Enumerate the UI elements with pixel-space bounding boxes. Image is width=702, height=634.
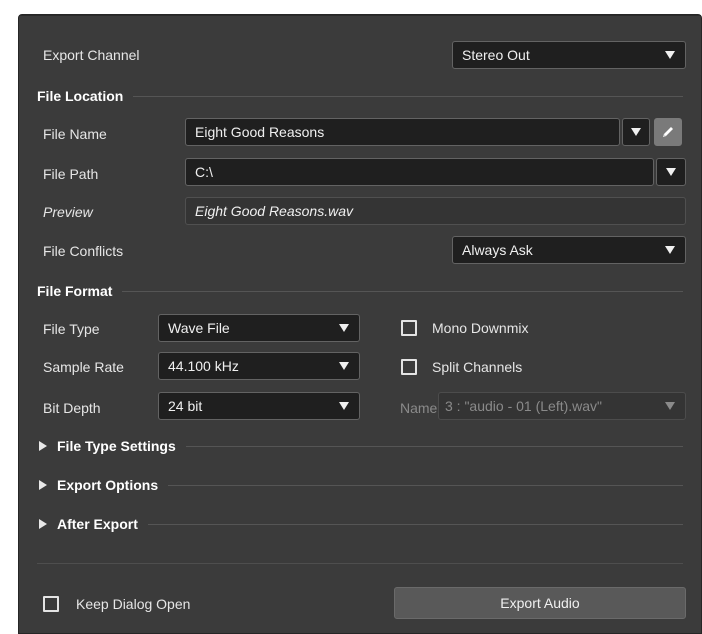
after-export-section[interactable]: After Export bbox=[39, 515, 683, 533]
file-conflicts-dropdown[interactable]: Always Ask bbox=[452, 236, 686, 264]
export-audio-dialog: Export Channel Stereo Out File Location … bbox=[18, 14, 702, 634]
panel-top-border bbox=[19, 15, 701, 16]
sample-rate-dropdown[interactable]: 44.100 kHz bbox=[158, 352, 360, 380]
file-name-value: Eight Good Reasons bbox=[195, 124, 325, 140]
bit-depth-label: Bit Depth bbox=[43, 400, 101, 416]
preview-label: Preview bbox=[43, 204, 93, 220]
chevron-down-icon bbox=[665, 51, 675, 59]
pencil-icon bbox=[663, 127, 673, 137]
section-divider bbox=[133, 95, 683, 97]
export-options-section[interactable]: Export Options bbox=[39, 476, 683, 494]
file-type-value: Wave File bbox=[168, 320, 230, 336]
file-type-settings-section[interactable]: File Type Settings bbox=[39, 437, 683, 455]
file-format-heading: File Format bbox=[37, 282, 683, 300]
chevron-down-icon bbox=[339, 402, 349, 410]
chevron-down-icon bbox=[666, 168, 676, 176]
preview-field: Eight Good Reasons.wav bbox=[185, 197, 686, 225]
chevron-down-icon bbox=[631, 128, 641, 136]
name-scheme-dropdown[interactable]: 3 : "audio - 01 (Left).wav" bbox=[438, 392, 686, 420]
file-type-settings-title: File Type Settings bbox=[57, 438, 176, 454]
preview-value: Eight Good Reasons.wav bbox=[195, 203, 353, 219]
bit-depth-value: 24 bit bbox=[168, 398, 203, 414]
file-type-dropdown[interactable]: Wave File bbox=[158, 314, 360, 342]
file-path-value: C:\ bbox=[195, 164, 213, 180]
file-path-label: File Path bbox=[43, 166, 99, 182]
triangle-right-icon bbox=[39, 519, 47, 529]
split-channels-label: Split Channels bbox=[432, 359, 523, 375]
file-location-heading: File Location bbox=[37, 87, 683, 105]
file-name-label: File Name bbox=[43, 126, 107, 142]
triangle-right-icon bbox=[39, 480, 47, 490]
export-channel-value: Stereo Out bbox=[462, 47, 530, 63]
name-scheme-value: 3 : "audio - 01 (Left).wav" bbox=[445, 398, 603, 414]
file-conflicts-value: Always Ask bbox=[462, 242, 533, 258]
file-name-history-button[interactable] bbox=[622, 118, 650, 146]
bit-depth-dropdown[interactable]: 24 bit bbox=[158, 392, 360, 420]
split-channels-checkbox[interactable] bbox=[401, 359, 417, 375]
section-divider bbox=[122, 290, 683, 292]
file-format-title: File Format bbox=[37, 283, 113, 299]
mono-downmix-label: Mono Downmix bbox=[432, 320, 529, 336]
file-path-input[interactable]: C:\ bbox=[185, 158, 654, 186]
section-divider bbox=[168, 484, 683, 486]
file-conflicts-label: File Conflicts bbox=[43, 243, 124, 259]
chevron-down-icon bbox=[339, 324, 349, 332]
keep-dialog-open-label: Keep Dialog Open bbox=[76, 596, 191, 612]
file-location-title: File Location bbox=[37, 88, 124, 104]
file-path-browse-button[interactable] bbox=[656, 158, 686, 186]
file-type-label: File Type bbox=[43, 321, 100, 337]
sample-rate-label: Sample Rate bbox=[43, 359, 124, 375]
chevron-down-icon bbox=[665, 402, 675, 410]
section-divider bbox=[147, 523, 683, 525]
export-channel-label: Export Channel bbox=[43, 47, 140, 63]
sample-rate-value: 44.100 kHz bbox=[168, 358, 239, 374]
export-options-title: Export Options bbox=[57, 477, 159, 493]
keep-dialog-open-checkbox[interactable] bbox=[43, 596, 59, 612]
chevron-down-icon bbox=[665, 246, 675, 254]
chevron-down-icon bbox=[339, 362, 349, 370]
name-scheme-label: Name. bbox=[400, 400, 442, 416]
footer-divider bbox=[37, 563, 683, 564]
export-audio-button[interactable]: Export Audio bbox=[394, 587, 686, 619]
after-export-title: After Export bbox=[57, 516, 138, 532]
section-divider bbox=[185, 445, 683, 447]
export-channel-dropdown[interactable]: Stereo Out bbox=[452, 41, 686, 69]
edit-name-button[interactable] bbox=[654, 118, 682, 146]
mono-downmix-checkbox[interactable] bbox=[401, 320, 417, 336]
file-name-input[interactable]: Eight Good Reasons bbox=[185, 118, 620, 146]
triangle-right-icon bbox=[39, 441, 47, 451]
